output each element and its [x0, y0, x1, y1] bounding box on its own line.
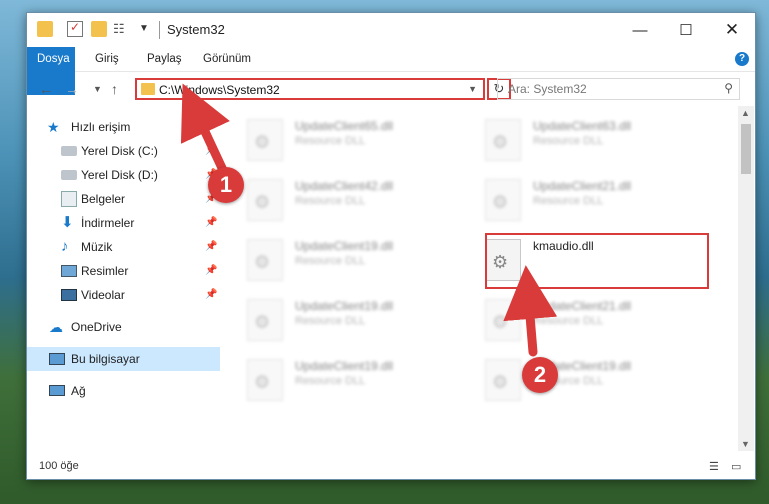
step-badge-2: 2 [522, 357, 558, 393]
annotation-arrow-2 [503, 265, 558, 357]
annotation-arrows [180, 83, 558, 357]
step-badge-1: 1 [208, 167, 244, 203]
annotation-arrow-1 [180, 83, 230, 173]
